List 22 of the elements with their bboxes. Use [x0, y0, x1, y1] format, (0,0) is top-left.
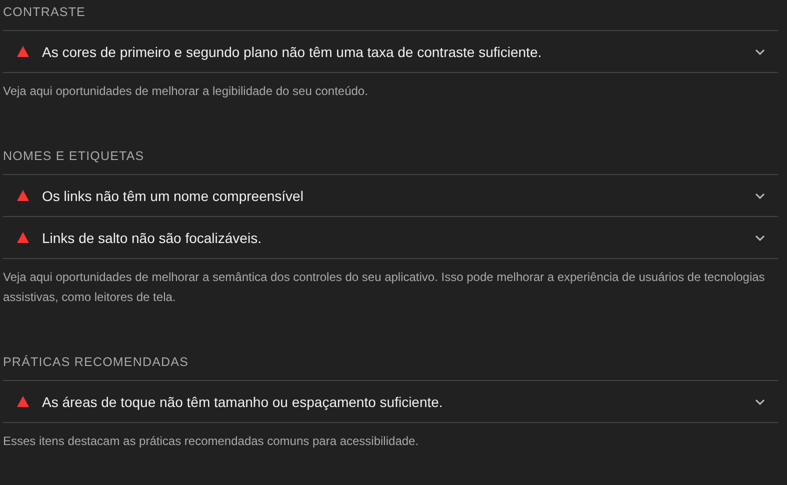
warning-triangle-icon: [17, 190, 29, 201]
audit-row[interactable]: Os links não têm um nome compreensível: [3, 175, 778, 217]
audit-row[interactable]: Links de salto não são focalizáveis.: [3, 217, 778, 259]
chevron-down-icon[interactable]: [755, 398, 765, 404]
chevron-down-icon[interactable]: [755, 192, 765, 198]
section-title: NOMES E ETIQUETAS: [3, 144, 778, 175]
warning-triangle-icon: [17, 46, 29, 57]
audit-title: Os links não têm um nome compreensível: [42, 188, 304, 204]
section-title: PRÁTICAS RECOMENDADAS: [3, 350, 778, 381]
warning-triangle-icon: [17, 396, 29, 407]
audit-title: As áreas de toque não têm tamanho ou espaçamento suficiente.: [42, 394, 444, 410]
chevron-down-icon[interactable]: [755, 48, 765, 54]
audit-row[interactable]: As cores de primeiro e segundo plano não têm uma taxa de contraste suficiente.: [3, 31, 778, 73]
section-description: Esses itens destacam as práticas recomendadas comuns para acessibilidade.: [3, 433, 420, 450]
audit-row[interactable]: As áreas de toque não têm tamanho ou espaçamento suficiente.: [3, 381, 778, 423]
audit-title: As cores de primeiro e segundo plano não têm uma taxa de contraste suficiente.: [42, 44, 543, 60]
warning-triangle-icon: [17, 232, 29, 243]
section-description: Veja aqui oportunidades de melhorar a legibilidade do seu conteúdo.: [3, 83, 369, 100]
section-title: CONTRASTE: [3, 0, 778, 31]
chevron-down-icon[interactable]: [755, 234, 765, 240]
section-description: Veja aqui oportunidades de melhorar a semântica dos controles do seu aplicativo. Isso pode melhorar a experiência de usuários de tecnologias assistivas, como leitores de tela.: [3, 269, 766, 306]
audit-title: Links de salto não são focalizáveis.: [42, 230, 262, 246]
